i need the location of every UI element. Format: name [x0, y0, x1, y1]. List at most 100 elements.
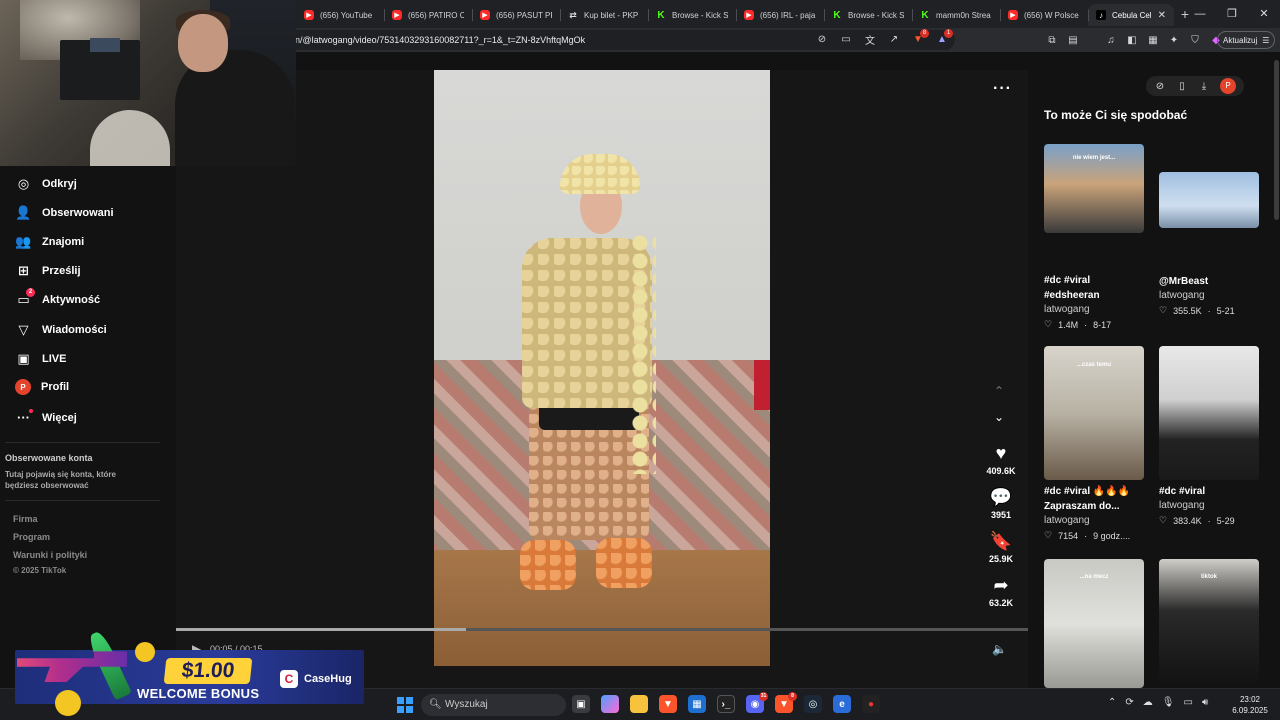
card-title[interactable]: #dc #viral — [1044, 273, 1144, 288]
card-author[interactable]: latwogang — [1044, 304, 1144, 315]
card-author[interactable]: latwogang — [1159, 290, 1259, 301]
windows-start-icon[interactable] — [397, 697, 413, 713]
sidebar-item-znajomi[interactable]: 👥 Znajomi — [15, 233, 84, 250]
recommendation-card[interactable]: #dc #viral latwogang ♡ 383.4K · 5-29 — [1159, 346, 1259, 526]
copilot-icon[interactable] — [601, 695, 619, 713]
heart-action[interactable]: ♥ 409.6K — [981, 442, 1021, 476]
browser-tab[interactable]: Kmamm0n Strea — [912, 4, 1000, 26]
card-title[interactable]: @MrBeast — [1159, 274, 1259, 289]
translate-icon[interactable]: 文 — [863, 32, 877, 47]
scrollbar[interactable] — [1274, 60, 1279, 220]
sidebar-item-prze-lij[interactable]: ⊞ Prześlij — [15, 262, 80, 279]
browser-tab[interactable]: K Browse - Kick S — [648, 4, 736, 26]
card-title[interactable]: Zapraszam do... — [1044, 499, 1144, 514]
share-action[interactable]: ➦ 63.2K — [981, 574, 1021, 608]
network-icon[interactable]: ▭ — [1183, 697, 1192, 708]
video-thumbnail[interactable]: nie wiem jest... — [1044, 144, 1144, 233]
cast-icon[interactable]: ▭ — [839, 32, 853, 46]
casino-ad-banner[interactable]: $1.00 WELCOME BONUS C CaseHug — [15, 629, 365, 720]
browser-tab[interactable]: ♪ Cebula Cel ✕ — [1088, 4, 1174, 26]
card-title[interactable]: #dc #viral 🔥🔥🔥 — [1044, 484, 1144, 499]
browser-tab[interactable]: ⇄ Kup bilet - PKP — [560, 4, 648, 26]
recommendation-card[interactable]: tiktok — [1159, 559, 1259, 688]
sidebar-item-wi-cej[interactable]: ··· Więcej — [15, 409, 77, 426]
brave-icon[interactable]: ▼ — [659, 695, 677, 713]
sidebar-toggle-icon[interactable]: ◧ — [1125, 33, 1139, 47]
video-thumbnail[interactable]: ...na mecz — [1044, 559, 1144, 688]
browser-tab[interactable]: K Browse - Kick S — [824, 4, 912, 26]
browser-tab[interactable]: ▶ (656) W Polsce — [1000, 4, 1088, 26]
comment-icon[interactable]: 💬 — [981, 486, 1021, 508]
tray-app-icon[interactable]: ⟳ — [1125, 697, 1133, 708]
vpn-icon[interactable]: ⛉ — [1188, 33, 1202, 47]
steam-icon[interactable]: ◎ — [804, 695, 822, 713]
sidebar-item-wiadomo-ci[interactable]: ▽ Wiadomości — [15, 321, 107, 338]
file-explorer-icon[interactable] — [630, 695, 648, 713]
edge-icon[interactable]: e — [833, 695, 851, 713]
leo-ai-icon[interactable]: ✦ — [1167, 33, 1181, 47]
recommendation-card[interactable]: ...czas temu #dc #viral 🔥🔥🔥 Zapraszam do..… — [1044, 346, 1144, 541]
share-page-icon[interactable]: ↗ — [887, 32, 901, 46]
heart-icon[interactable]: ♥ — [981, 442, 1021, 464]
card-author[interactable]: latwogang — [1159, 500, 1259, 511]
recommendation-card[interactable]: nie wiem jest... #dc #viral #edsheeran latw… — [1044, 144, 1144, 330]
video-thumbnail[interactable]: tiktok — [1159, 559, 1259, 688]
footer-link-terms[interactable]: Warunki i polityki — [13, 550, 87, 560]
browser-tab[interactable]: ▶ (656) PASUT PR — [472, 4, 560, 26]
next-video-icon[interactable]: ⌄ — [994, 410, 1004, 424]
brave-window-icon[interactable]: ▼ 8 — [775, 692, 797, 713]
sidebar-item-live[interactable]: ▣ LIVE — [15, 350, 66, 367]
avatar[interactable]: P — [1220, 78, 1236, 94]
recommendation-card[interactable]: @MrBeast latwogang ♡ 355.5K · 5-21 — [1159, 172, 1259, 316]
onedrive-icon[interactable]: ☁ — [1143, 697, 1153, 708]
device-icon[interactable]: ▯ — [1176, 81, 1188, 92]
download-icon[interactable]: ⤓ — [1198, 81, 1210, 92]
chevron-up-icon[interactable]: ⌃ — [1108, 697, 1116, 708]
browser-tab[interactable]: ▶ (656) YouTube — [296, 4, 384, 26]
footer-link-company[interactable]: Firma — [13, 514, 38, 524]
coins-icon[interactable]: ⊘ — [1154, 81, 1166, 92]
close-tab-icon[interactable]: ✕ — [1158, 10, 1166, 21]
card-title[interactable]: #dc #viral — [1159, 484, 1259, 499]
brave-rewards-icon[interactable]: ▲ — [935, 29, 953, 46]
tab-search-icon[interactable]: ▦ — [1146, 33, 1160, 47]
card-title[interactable]: #edsheeran — [1044, 288, 1144, 303]
video-thumbnail[interactable] — [1159, 172, 1259, 228]
footer-link-program[interactable]: Program — [13, 532, 50, 542]
browser-tab[interactable]: ▶ (656) PATIRO C — [384, 4, 472, 26]
bookmark-action[interactable]: 🔖 25.9K — [981, 530, 1021, 564]
sidebar-item-obserwowani[interactable]: 👤 Obserwowani — [15, 204, 113, 221]
previous-video-icon[interactable]: ⌃ — [994, 384, 1004, 398]
more-options-icon[interactable]: ··· — [993, 80, 1012, 98]
reader-mode-icon[interactable]: ⊘ — [815, 32, 829, 46]
extensions-icon[interactable]: ⧉ — [1045, 33, 1059, 47]
clock[interactable]: 23:02 6.09.2025 — [1230, 694, 1270, 716]
volume-icon[interactable]: 🔈 — [992, 642, 1007, 656]
brave-shield-icon[interactable]: ▼ — [911, 29, 929, 46]
video-thumbnail[interactable] — [1159, 346, 1259, 480]
terminal-icon[interactable]: ›_ — [717, 695, 735, 713]
sidebar-item-odkryj[interactable]: ◎ Odkryj — [15, 175, 77, 192]
maximize-button[interactable]: ❐ — [1216, 0, 1248, 28]
bookmark-icon[interactable]: 🔖 — [981, 530, 1021, 552]
music-icon[interactable]: ♫ — [1104, 33, 1118, 47]
video-frame[interactable] — [434, 70, 770, 666]
sidebar-item-profil[interactable]: P Profil — [15, 379, 69, 395]
video-thumbnail[interactable]: ...czas temu — [1044, 346, 1144, 480]
update-button[interactable]: Aktualizuj ☰ — [1217, 31, 1276, 49]
discord-icon[interactable]: ◉ 31 — [746, 692, 768, 713]
taskbar-search[interactable]: 🔍︎ Wyszukaj — [421, 694, 566, 716]
card-author[interactable]: latwogang — [1044, 515, 1144, 526]
minimize-button[interactable]: — — [1184, 0, 1216, 28]
comment-action[interactable]: 💬 3951 — [981, 486, 1021, 520]
close-window-button[interactable]: ✕ — [1248, 0, 1280, 28]
app-icon[interactable]: ● — [862, 695, 880, 713]
speaker-icon[interactable]: 🔊︎ — [1202, 697, 1208, 708]
store-icon[interactable]: ▦ — [688, 695, 706, 713]
microphone-icon[interactable]: 🎙︎ — [1162, 697, 1175, 708]
wallet-icon[interactable]: ▤ — [1066, 33, 1080, 47]
browser-tab[interactable]: ▶ (656) IRL - paja — [736, 4, 824, 26]
share-icon[interactable]: ➦ — [981, 574, 1021, 596]
recommendation-card[interactable]: ...na mecz — [1044, 559, 1144, 688]
task-view-icon[interactable]: ▣ — [572, 695, 590, 713]
